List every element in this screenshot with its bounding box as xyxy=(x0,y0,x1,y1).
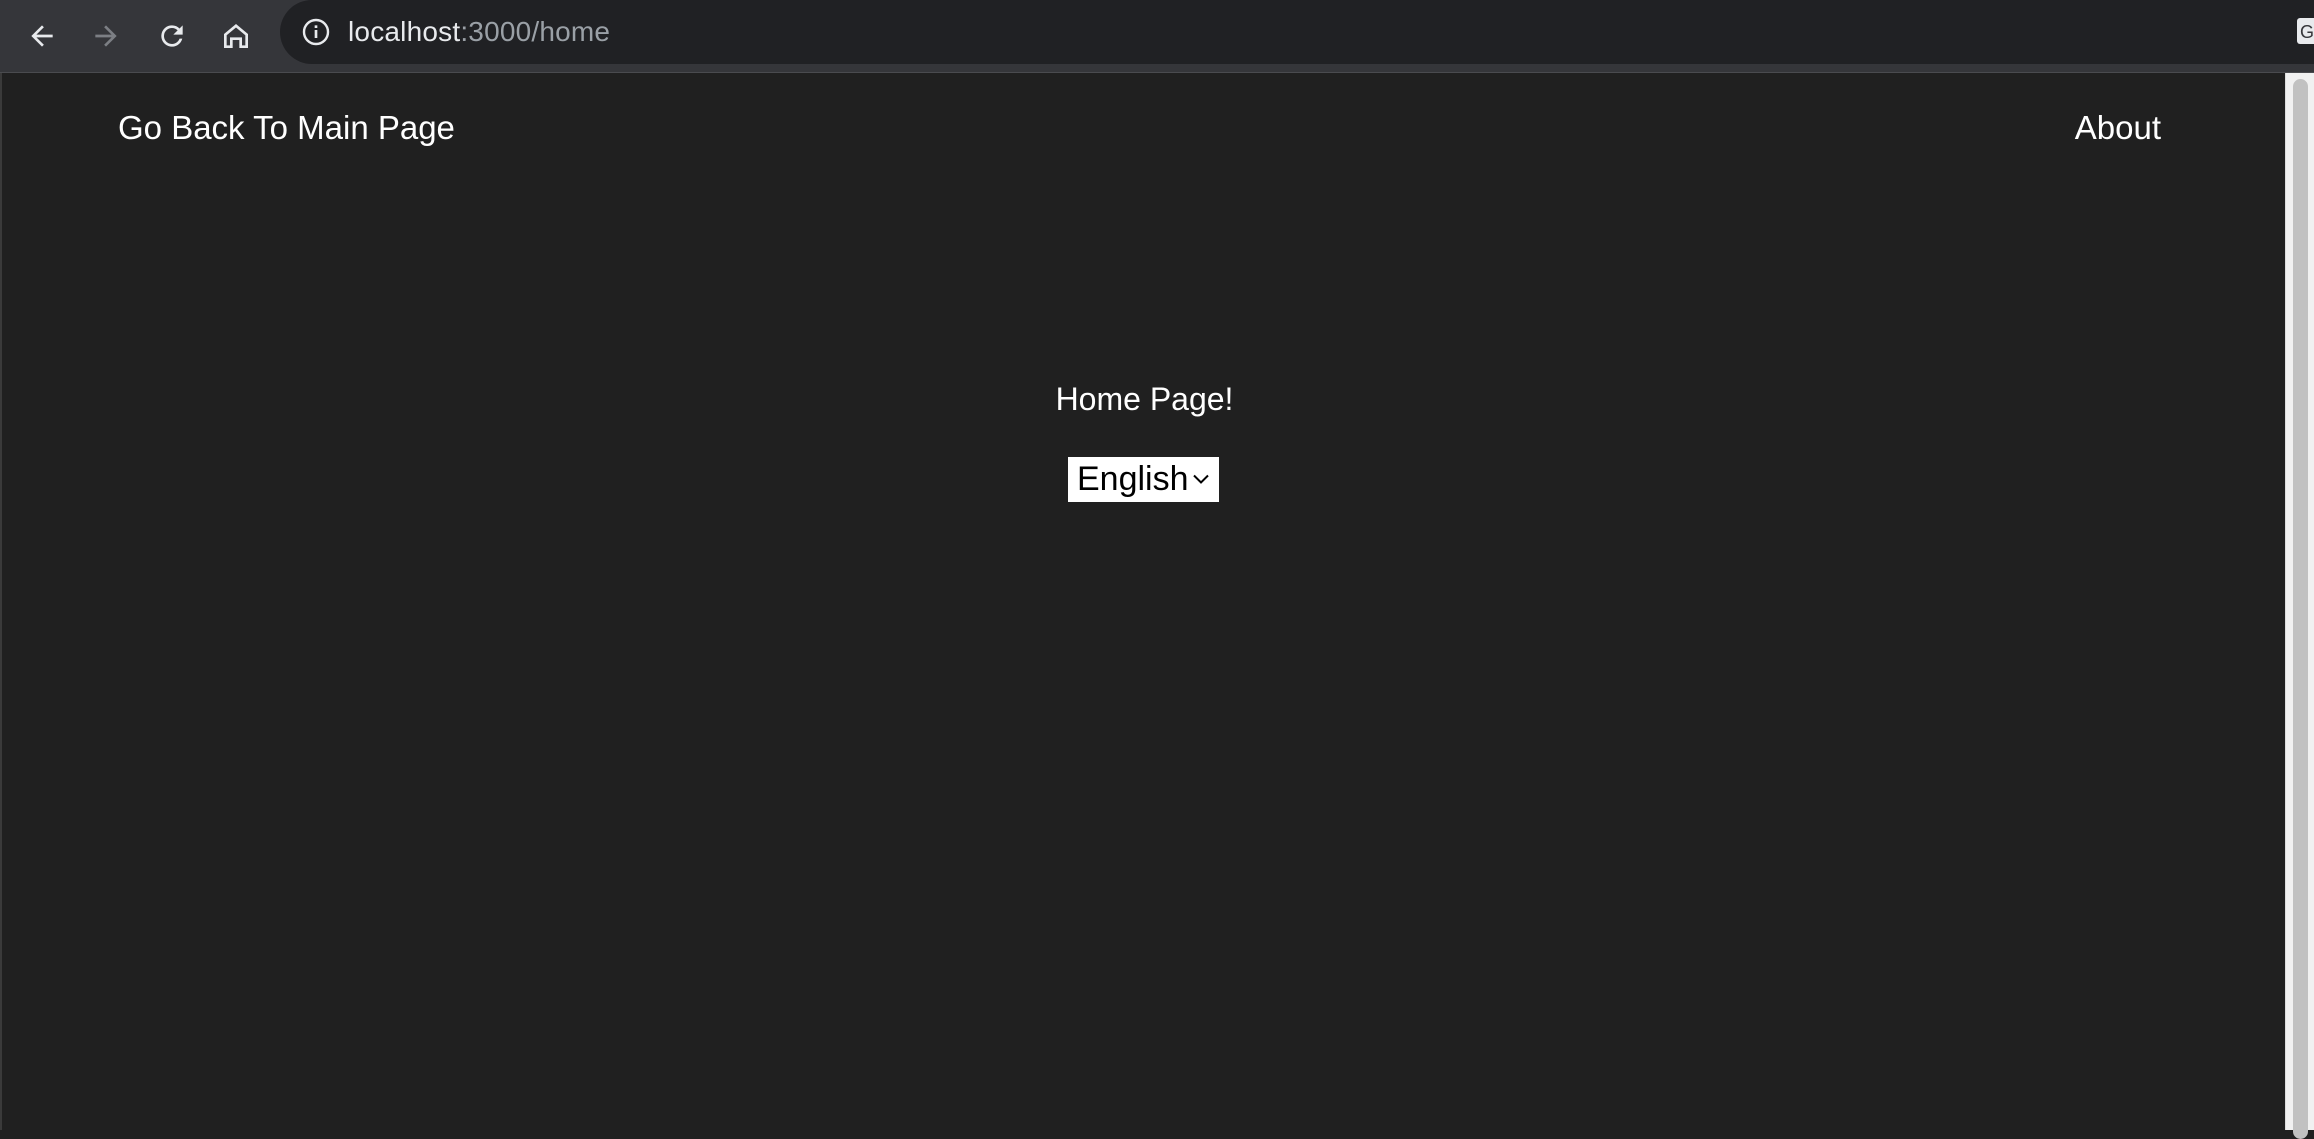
language-select-value: English xyxy=(1077,460,1189,498)
home-icon xyxy=(224,24,248,48)
address-bar[interactable]: localhost:3000/home xyxy=(280,0,2314,64)
url-host: localhost xyxy=(348,16,461,47)
browser-toolbar: localhost:3000/home G xyxy=(0,0,2314,73)
url-text[interactable]: localhost:3000/home xyxy=(348,16,610,48)
vertical-scrollbar[interactable] xyxy=(2285,73,2314,1139)
forward-arrow-icon xyxy=(95,25,117,47)
page-content: Go Back To Main Page About Home Page! En… xyxy=(0,73,2285,1130)
about-link[interactable]: About xyxy=(2075,109,2161,147)
go-back-link[interactable]: Go Back To Main Page xyxy=(118,109,455,147)
language-select[interactable]: English xyxy=(1068,457,1219,502)
info-icon[interactable] xyxy=(300,16,332,48)
scrollbar-thumb[interactable] xyxy=(2293,79,2308,1139)
reload-icon xyxy=(161,25,183,47)
svg-text:G: G xyxy=(2300,22,2314,42)
url-path: :3000/home xyxy=(460,16,611,47)
home-button[interactable] xyxy=(206,6,266,66)
translate-extension-icon[interactable]: G xyxy=(2296,16,2314,50)
chevron-down-icon xyxy=(1193,474,1209,484)
page-title: Home Page! xyxy=(1055,381,1234,417)
forward-button[interactable] xyxy=(76,6,136,66)
reload-button[interactable] xyxy=(142,6,202,66)
back-arrow-icon xyxy=(31,25,53,47)
back-button[interactable] xyxy=(12,6,72,66)
